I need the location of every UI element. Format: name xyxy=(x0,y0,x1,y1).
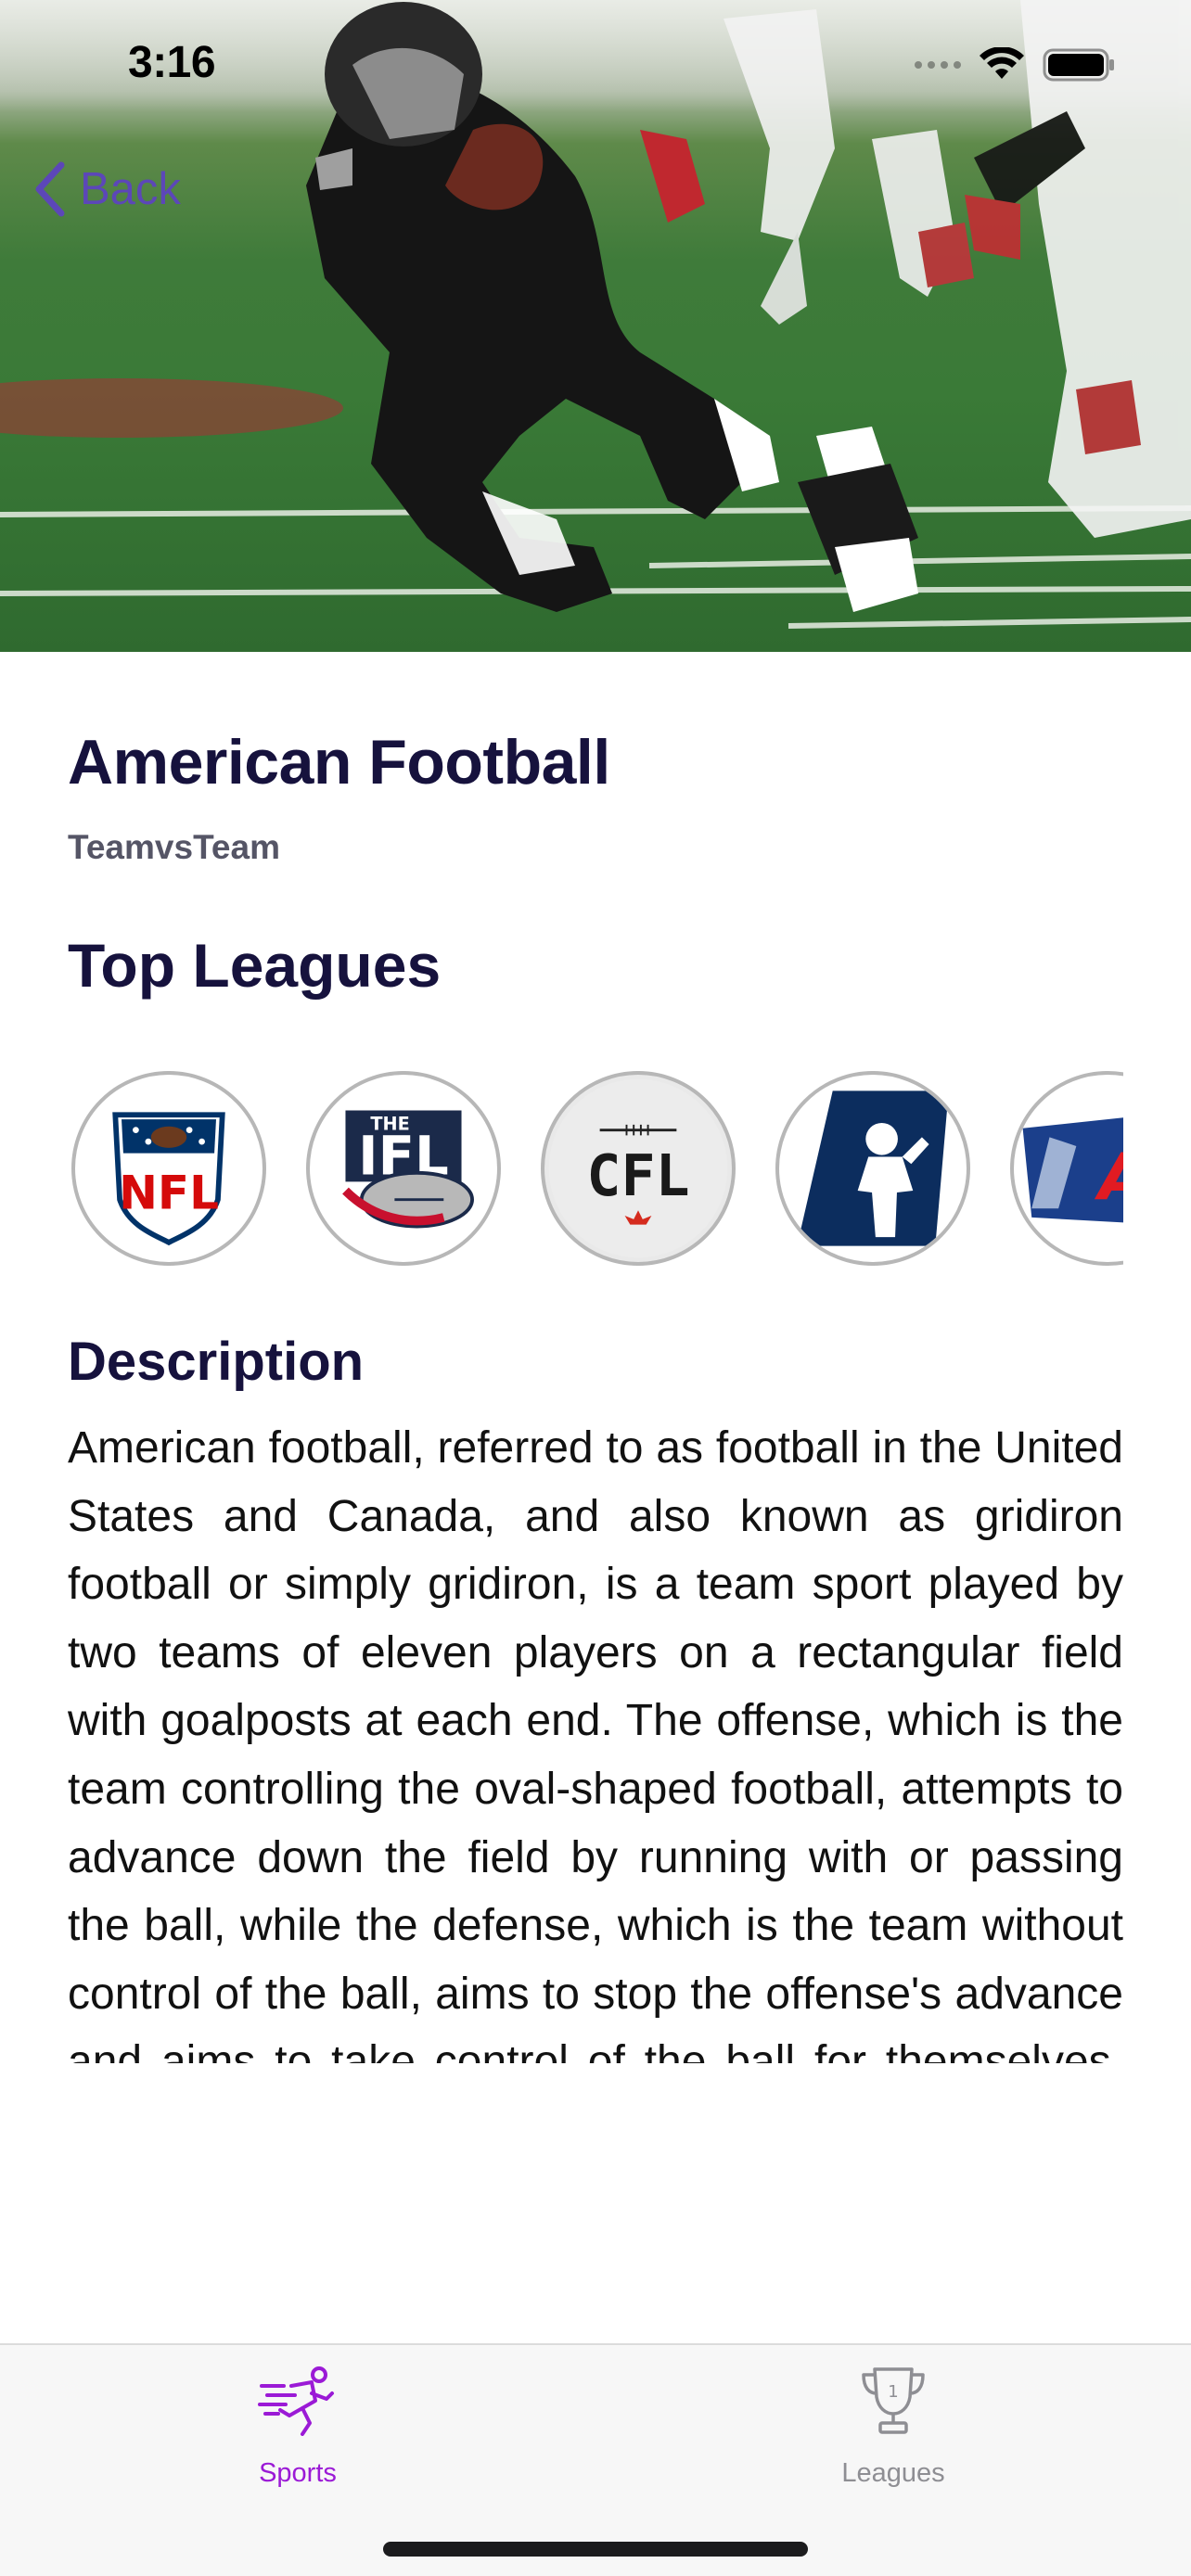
tab-sports-label: Sports xyxy=(259,2458,337,2488)
running-figure-icon xyxy=(258,2366,334,2436)
quarterback-logo-icon xyxy=(797,1083,958,1254)
back-label: Back xyxy=(80,164,181,214)
status-time: 3:16 xyxy=(128,38,216,87)
svg-text:1: 1 xyxy=(888,2382,898,2402)
home-indicator[interactable] xyxy=(383,2542,808,2557)
football-player-photo xyxy=(0,0,1191,629)
back-button[interactable]: Back xyxy=(33,161,181,217)
trophy-icon: 1 xyxy=(862,2367,925,2434)
nfl-logo-text: NFL xyxy=(119,1166,219,1219)
league-logo-af[interactable]: AF xyxy=(1010,1071,1123,1266)
tab-sports[interactable]: Sports xyxy=(0,2345,596,2512)
description-text: American football, referred to as footba… xyxy=(68,1423,1123,2063)
af-logo-text: AF xyxy=(1094,1141,1123,1216)
cellular-signal-icon xyxy=(915,61,961,69)
sport-format: TeamvsTeam xyxy=(68,828,280,866)
cfl-logo-icon: CFL xyxy=(548,1078,728,1258)
status-icons xyxy=(915,46,1117,83)
league-logo-nfl[interactable]: NFL xyxy=(71,1071,266,1266)
hero-image xyxy=(0,0,1191,652)
ifl-logo-icon: THE IFL xyxy=(342,1110,474,1229)
sport-title: American Football xyxy=(68,727,610,797)
top-leagues-heading: Top Leagues xyxy=(68,931,442,1000)
leagues-carousel[interactable]: NFL THE IFL CFL xyxy=(68,1067,1123,1271)
battery-icon xyxy=(1043,48,1114,82)
screen: 3:16 Back American Football TeamvsTeam T… xyxy=(0,0,1191,2576)
tab-leagues[interactable]: 1 Leagues xyxy=(596,2345,1191,2512)
wifi-icon xyxy=(980,47,1024,79)
league-logo-ncaa[interactable] xyxy=(775,1071,970,1266)
nfl-logo-icon: NFL xyxy=(112,1112,225,1246)
chevron-left-icon xyxy=(35,161,65,217)
league-logo-ifl[interactable]: THE IFL xyxy=(306,1071,501,1266)
tab-leagues-label: Leagues xyxy=(841,2458,945,2488)
cfl-logo-text: CFL xyxy=(586,1142,689,1209)
description-heading: Description xyxy=(68,1332,365,1392)
af-logo-icon: AF xyxy=(1022,1117,1123,1223)
league-logo-cfl[interactable]: CFL xyxy=(541,1071,736,1266)
